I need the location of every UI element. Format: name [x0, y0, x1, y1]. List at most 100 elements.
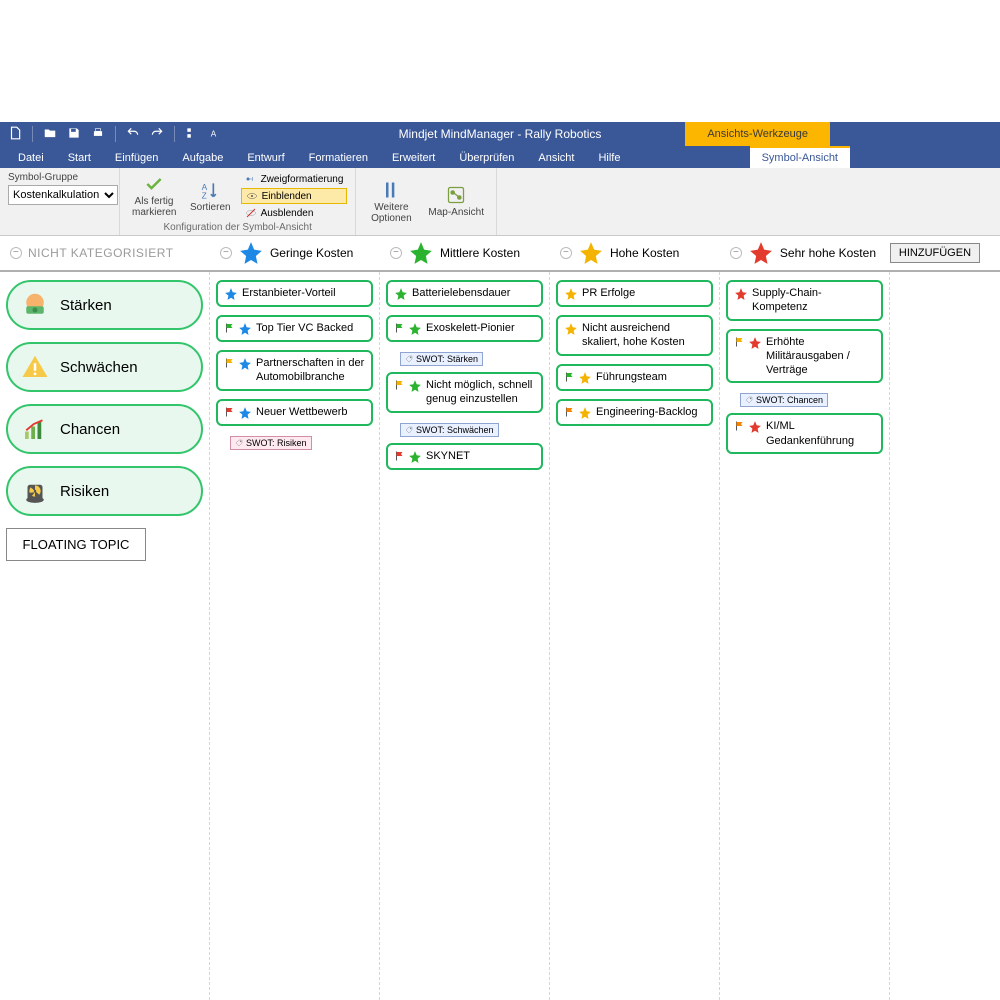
card[interactable]: Engineering-Backlog	[556, 399, 713, 426]
card[interactable]: Exoskelett-Pionier	[386, 315, 543, 342]
symbol-group-combo[interactable]: Kostenkalkulation	[8, 185, 118, 205]
swot-weaknesses[interactable]: Schwächen	[6, 342, 203, 392]
star-icon	[408, 379, 422, 393]
card-text: Engineering-Backlog	[596, 405, 698, 419]
tab-symbol-ansicht[interactable]: Symbol-Ansicht	[750, 146, 850, 168]
card[interactable]: Partnerschaften in der Automobilbranche	[216, 350, 373, 391]
tab-ueberpruefen[interactable]: Überprüfen	[447, 148, 526, 168]
more-options-button[interactable]: Weitere Optionen	[364, 178, 418, 226]
svg-text:Z: Z	[202, 190, 207, 200]
branch-format-button[interactable]: Zweigformatierung	[241, 172, 348, 186]
tab-datei[interactable]: Datei	[6, 148, 56, 168]
star-icon	[564, 322, 578, 336]
star-icon	[578, 406, 592, 420]
flag-icon	[394, 450, 406, 462]
card[interactable]: Top Tier VC Backed	[216, 315, 373, 342]
new-file-icon[interactable]	[8, 126, 22, 143]
card[interactable]: Supply-Chain-Kompetenz	[726, 280, 883, 321]
card-text: Nicht ausreichend skaliert, hohe Kosten	[582, 321, 705, 350]
tab-erweitert[interactable]: Erweitert	[380, 148, 447, 168]
swot-risks[interactable]: Risiken	[6, 466, 203, 516]
swot-tag: SWOT: Stärken	[400, 352, 483, 366]
card[interactable]: Führungsteam	[556, 364, 713, 391]
card[interactable]: Erhöhte Militärausgaben / Verträge	[726, 329, 883, 384]
config-group-label: Konfiguration der Symbol-Ansicht	[128, 220, 347, 233]
star-icon	[408, 450, 422, 464]
star-icon	[748, 336, 762, 350]
symbol-group-label: Symbol-Gruppe	[8, 172, 78, 183]
lane-veryhigh-cost: Supply-Chain-Kompetenz Erhöhte Militäraus…	[720, 272, 890, 1000]
tag-icon	[405, 426, 413, 434]
star-icon	[408, 240, 434, 266]
titlebar: A Mindjet MindManager - Rally Robotics A…	[0, 122, 1000, 146]
tab-hilfe[interactable]: Hilfe	[586, 148, 632, 168]
swot-opportunities[interactable]: Chancen	[6, 404, 203, 454]
card[interactable]: Batterielebensdauer	[386, 280, 543, 307]
card-text: Top Tier VC Backed	[256, 321, 353, 335]
col-high-cost[interactable]: − Hohe Kosten	[550, 240, 720, 266]
card-text: Erstanbieter-Vorteil	[242, 286, 336, 300]
card[interactable]: Neuer Wettbewerb	[216, 399, 373, 426]
lane-low-cost: Erstanbieter-Vorteil Top Tier VC Backed Pa…	[210, 272, 380, 1000]
star-icon	[224, 287, 238, 301]
save-icon[interactable]	[67, 126, 81, 143]
flag-icon	[224, 357, 236, 369]
card[interactable]: Nicht möglich, schnell genug einzustelle…	[386, 372, 543, 413]
lane-mid-cost: Batterielebensdauer Exoskelett-Pionier SWO…	[380, 272, 550, 1000]
flag-icon	[734, 420, 746, 432]
redo-icon[interactable]	[150, 126, 164, 143]
mark-done-button[interactable]: Als fertig markieren	[128, 172, 180, 220]
card[interactable]: Erstanbieter-Vorteil	[216, 280, 373, 307]
star-icon	[238, 322, 252, 336]
card-text: PR Erfolge	[582, 286, 635, 300]
column-headers: − NICHT KATEGORISIERT − Geringe Kosten −…	[0, 236, 1000, 272]
lane-uncategorized: Stärken Schwächen Chancen Risiken FLOATI…	[0, 272, 210, 1000]
show-button[interactable]: Einblenden	[241, 188, 348, 204]
floating-topic[interactable]: FLOATING TOPIC	[6, 528, 146, 561]
swot-tag: SWOT: Schwächen	[400, 423, 499, 437]
tools-icon[interactable]: A	[209, 126, 223, 143]
ribbon: Symbol-Gruppe Kostenkalkulation Als fert…	[0, 168, 1000, 236]
card[interactable]: Nicht ausreichend skaliert, hohe Kosten	[556, 315, 713, 356]
tab-einfuegen[interactable]: Einfügen	[103, 148, 170, 168]
card[interactable]: KI/ML Gedankenführung	[726, 413, 883, 454]
star-icon	[394, 287, 408, 301]
growth-icon	[20, 414, 50, 444]
card-text: Batterielebensdauer	[412, 286, 510, 300]
card-text: KI/ML Gedankenführung	[766, 419, 875, 448]
open-icon[interactable]	[43, 126, 57, 143]
menu-tabs: Datei Start Einfügen Aufgabe Entwurf For…	[0, 146, 1000, 168]
card[interactable]: PR Erfolge	[556, 280, 713, 307]
col-mid-cost[interactable]: − Mittlere Kosten	[380, 240, 550, 266]
star-icon	[238, 240, 264, 266]
lane-high-cost: PR Erfolge Nicht ausreichend skaliert, ho…	[550, 272, 720, 1000]
tab-entwurf[interactable]: Entwurf	[235, 148, 296, 168]
swot-strengths[interactable]: Stärken	[6, 280, 203, 330]
swot-tag: SWOT: Chancen	[740, 393, 828, 407]
sort-button[interactable]: AZ Sortieren	[186, 178, 235, 215]
undo-icon[interactable]	[126, 126, 140, 143]
col-veryhigh-cost[interactable]: − Sehr hohe Kosten	[720, 240, 890, 266]
flag-icon	[394, 322, 406, 334]
star-icon	[238, 357, 252, 371]
format-icon[interactable]	[185, 126, 199, 143]
tab-start[interactable]: Start	[56, 148, 103, 168]
map-view-button[interactable]: Map-Ansicht	[424, 183, 488, 220]
tab-ansicht[interactable]: Ansicht	[526, 148, 586, 168]
print-icon[interactable]	[91, 126, 105, 143]
card[interactable]: SKYNET	[386, 443, 543, 470]
tag-icon	[745, 396, 753, 404]
flag-icon	[564, 371, 576, 383]
collapse-icon[interactable]: −	[10, 247, 22, 259]
add-column-button[interactable]: HINZUFÜGEN	[890, 243, 980, 263]
col-low-cost[interactable]: − Geringe Kosten	[210, 240, 380, 266]
flag-icon	[224, 322, 236, 334]
card-text: Partnerschaften in der Automobilbranche	[256, 356, 365, 385]
tab-formatieren[interactable]: Formatieren	[297, 148, 380, 168]
star-icon	[578, 371, 592, 385]
star-icon	[748, 420, 762, 434]
quick-access-toolbar: A	[0, 126, 231, 143]
hide-button[interactable]: Ausblenden	[241, 206, 348, 220]
flag-icon	[224, 406, 236, 418]
tab-aufgabe[interactable]: Aufgabe	[170, 148, 235, 168]
